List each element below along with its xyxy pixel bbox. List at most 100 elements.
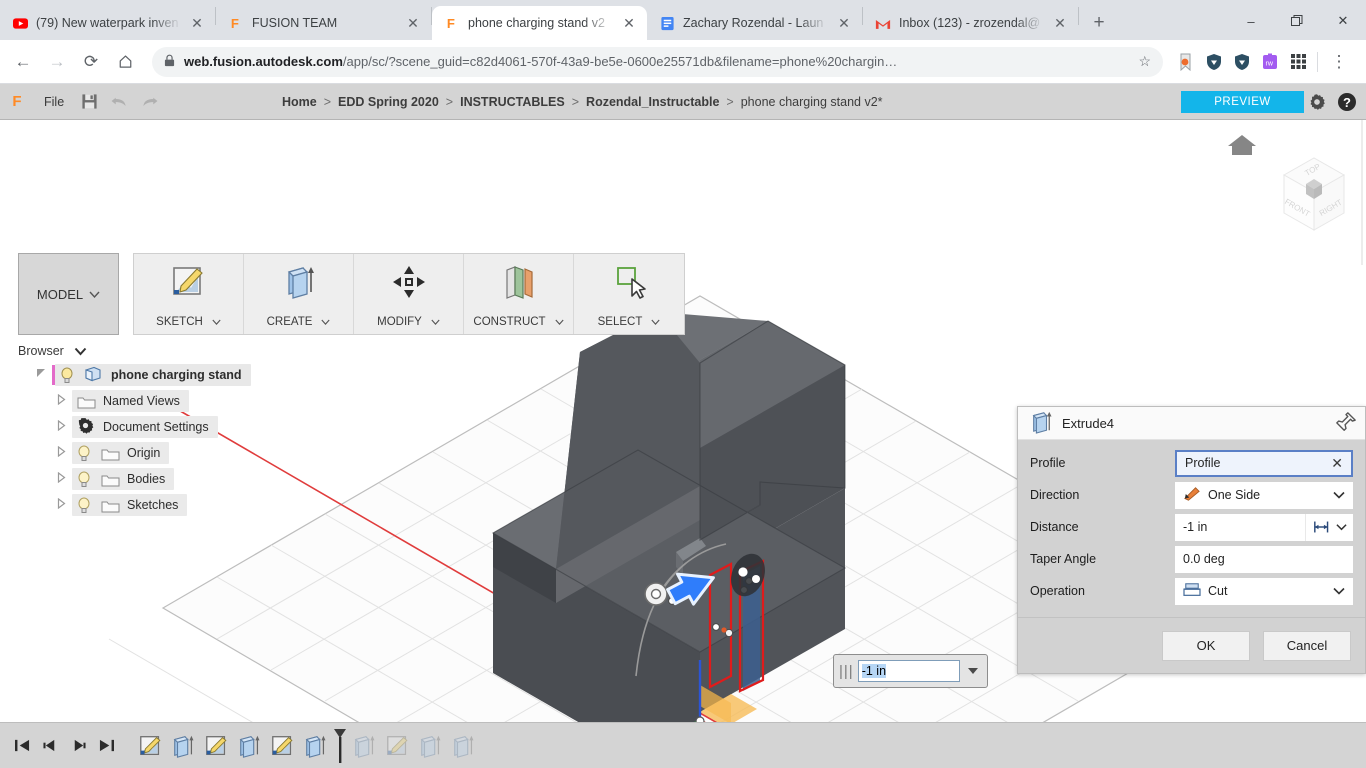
taper-angle-field[interactable]: 0.0 deg	[1175, 545, 1353, 573]
window-close-button[interactable]: ✕	[1320, 6, 1366, 36]
browser-panel-header[interactable]: Browser	[18, 344, 308, 358]
browser-tab-title: Zachary Rozendal - Laun	[683, 16, 824, 30]
tree-item-bodies[interactable]: Bodies	[18, 466, 308, 492]
pin-icon[interactable]	[1335, 411, 1357, 436]
inline-distance-input[interactable]: ||| -1 in	[833, 654, 988, 688]
collapse-triangle-icon[interactable]	[30, 368, 52, 382]
direction-dropdown[interactable]: One Side	[1175, 481, 1353, 509]
ribbon-group-select[interactable]: SELECT	[574, 254, 684, 334]
close-icon[interactable]: ✕	[836, 16, 852, 30]
ribbon-group-sketch[interactable]: SKETCH	[134, 254, 244, 334]
expand-triangle-icon[interactable]	[50, 393, 72, 408]
ribbon-group-modify[interactable]: MODIFY	[354, 254, 464, 334]
tree-item-sketches[interactable]: Sketches	[18, 492, 308, 518]
timeline-go-start-button[interactable]	[8, 731, 36, 761]
expand-triangle-icon[interactable]	[50, 497, 72, 512]
workspace-switcher[interactable]: MODEL	[18, 253, 119, 335]
inline-distance-dropdown[interactable]	[964, 661, 982, 681]
tree-item-phone-charging-stand[interactable]: phone charging stand	[18, 362, 308, 388]
timeline-playhead[interactable]	[332, 728, 348, 763]
close-icon[interactable]: ✕	[189, 16, 205, 30]
fusion-canvas-area[interactable]: TOP FRONT RIGHT MODEL SKETCH CREATE MODI…	[0, 120, 1366, 768]
timeline-feature-sketch[interactable]	[134, 729, 167, 763]
timeline-step-forward-button[interactable]	[64, 731, 92, 761]
close-icon[interactable]: ✕	[621, 16, 637, 30]
breadcrumb-item[interactable]: Rozendal_Instructable	[586, 95, 719, 109]
ribbon-group-create[interactable]: CREATE	[244, 254, 354, 334]
home-button[interactable]	[110, 47, 140, 77]
forward-button[interactable]: →	[42, 47, 72, 77]
save-icon[interactable]	[74, 87, 104, 117]
distance-measure-button[interactable]	[1305, 513, 1353, 541]
close-icon[interactable]: ✕	[405, 16, 421, 30]
breadcrumb-item-current[interactable]: phone charging stand v2*	[741, 95, 883, 109]
close-icon[interactable]: ✕	[1052, 16, 1068, 30]
expand-triangle-icon[interactable]	[50, 419, 72, 434]
shield-icon[interactable]	[1229, 49, 1255, 75]
file-menu-button[interactable]: File	[34, 95, 74, 109]
grid-apps-icon[interactable]	[1285, 49, 1311, 75]
profile-selection-field[interactable]: Profile ✕	[1175, 449, 1353, 477]
timeline-feature-extrude[interactable]	[414, 729, 447, 763]
browser-tab[interactable]: F FUSION TEAM ✕	[216, 6, 431, 40]
timeline-feature-extrude[interactable]	[447, 729, 480, 763]
cancel-button[interactable]: Cancel	[1263, 630, 1351, 661]
chevron-down-icon[interactable]	[1333, 584, 1345, 598]
orange-bookmark-icon[interactable]	[1173, 49, 1199, 75]
reload-button[interactable]: ⟳	[76, 47, 106, 77]
browser-menu-button[interactable]: ⋮	[1324, 47, 1354, 77]
chevron-down-icon[interactable]	[1333, 488, 1345, 502]
expand-triangle-icon[interactable]	[50, 471, 72, 486]
operation-dropdown[interactable]: Cut	[1175, 577, 1353, 605]
address-bar[interactable]: web.fusion.autodesk.com/app/sc/?scene_gu…	[152, 46, 1163, 77]
inline-distance-field[interactable]: -1 in	[857, 660, 960, 682]
drag-grip-icon[interactable]: |||	[839, 663, 854, 680]
distance-value-field[interactable]: -1 in	[1175, 513, 1305, 541]
tree-item-origin[interactable]: Origin	[18, 440, 308, 466]
ribbon-group-construct[interactable]: CONSTRUCT	[464, 254, 574, 334]
timeline-feature-sketch[interactable]	[381, 729, 414, 763]
help-icon[interactable]: ?	[1332, 87, 1362, 117]
back-button[interactable]: ←	[8, 47, 38, 77]
chevron-down-icon	[1335, 524, 1347, 531]
browser-tab-title: (79) New waterpark inven	[36, 16, 179, 30]
redo-icon[interactable]	[134, 87, 164, 117]
undo-icon[interactable]	[104, 87, 134, 117]
browser-tab-active[interactable]: F phone charging stand v2 ✕	[432, 6, 647, 40]
new-tab-button[interactable]: +	[1085, 9, 1113, 37]
window-maximize-button[interactable]	[1274, 6, 1320, 36]
timeline-feature-extrude[interactable]	[167, 729, 200, 763]
clear-selection-icon[interactable]: ✕	[1331, 455, 1343, 472]
distance-control[interactable]: -1 in	[1175, 513, 1353, 541]
view-cube-area[interactable]: TOP FRONT RIGHT	[1214, 120, 1366, 265]
breadcrumb-item[interactable]: EDD Spring 2020	[338, 95, 439, 109]
shield-icon[interactable]	[1201, 49, 1227, 75]
breadcrumb-item[interactable]: INSTRUCTABLES	[460, 95, 565, 109]
timeline-feature-extrude[interactable]	[299, 729, 332, 763]
tree-item-named-views[interactable]: Named Views	[18, 388, 308, 414]
bookmark-star-icon[interactable]: ☆	[1138, 53, 1151, 70]
chevron-down-icon[interactable]	[74, 347, 87, 356]
timeline-feature-sketch[interactable]	[266, 729, 299, 763]
timeline-feature-extrude[interactable]	[348, 729, 381, 763]
breadcrumb-item[interactable]: Home	[282, 95, 317, 109]
timeline-feature-sketch[interactable]	[200, 729, 233, 763]
purple-rw-icon[interactable]: rw	[1257, 49, 1283, 75]
browser-tab[interactable]: Zachary Rozendal - Laun ✕	[647, 6, 862, 40]
visibility-bulb-icon[interactable]	[60, 367, 75, 384]
gear-icon[interactable]	[1302, 87, 1332, 117]
visibility-bulb-icon[interactable]	[77, 497, 92, 514]
visibility-bulb-icon[interactable]	[77, 471, 92, 488]
timeline-feature-extrude[interactable]	[233, 729, 266, 763]
timeline-go-end-button[interactable]	[92, 731, 120, 761]
browser-tab[interactable]: (79) New waterpark inven ✕	[0, 6, 215, 40]
window-minimize-button[interactable]: –	[1228, 6, 1274, 36]
browser-tab[interactable]: Inbox (123) - zrozendal@ ✕	[863, 6, 1078, 40]
extrude-dialog[interactable]: Extrude4 Profile Profile ✕ Direction One…	[1017, 406, 1366, 674]
ok-button[interactable]: OK	[1162, 630, 1250, 661]
tree-item-document-settings[interactable]: Document Settings	[18, 414, 308, 440]
timeline-step-back-button[interactable]	[36, 731, 64, 761]
preview-button[interactable]: PREVIEW	[1181, 90, 1304, 113]
visibility-bulb-icon[interactable]	[77, 445, 92, 462]
expand-triangle-icon[interactable]	[50, 445, 72, 460]
